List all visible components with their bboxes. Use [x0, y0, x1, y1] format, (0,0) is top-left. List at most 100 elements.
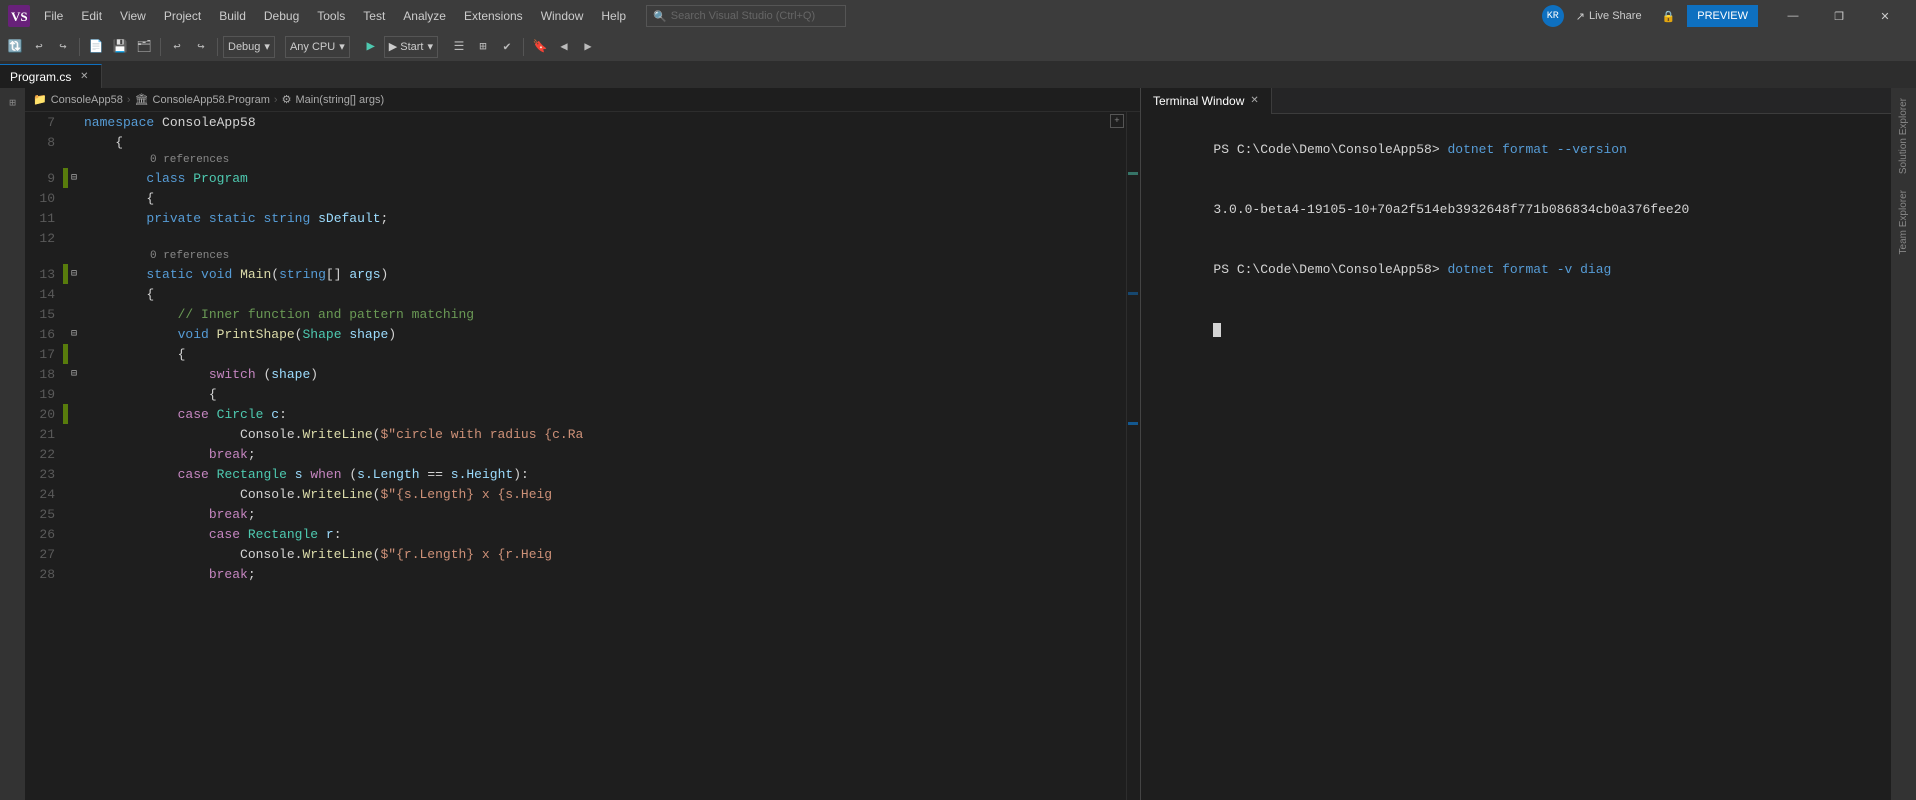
- search-placeholder: Search Visual Studio (Ctrl+Q): [671, 10, 815, 22]
- tab-row: Program.cs ✕: [0, 62, 1916, 88]
- terminal-tab-bar: Terminal Window ✕: [1141, 88, 1891, 114]
- start-dropdown[interactable]: ▶ Start ▾: [384, 36, 438, 58]
- toolbar-add[interactable]: 📄: [85, 36, 107, 58]
- minimize-button[interactable]: —: [1770, 0, 1816, 32]
- toolbar-save-all[interactable]: 🗂: [133, 36, 155, 58]
- term-cmd-1: dotnet format --version: [1440, 142, 1627, 157]
- code-line-20: 20 case Circle c:: [25, 404, 1140, 424]
- code-line-12: 12: [25, 228, 1140, 248]
- code-editor: + 7 namespace ConsoleApp58 8 {: [25, 112, 1140, 800]
- term-prompt-1: PS C:\Code\Demo\ConsoleApp58>: [1213, 142, 1439, 157]
- sep1: [79, 38, 80, 56]
- breadcrumb-bar: 📁 ConsoleApp58 › 🏛 ConsoleApp58.Program …: [25, 88, 1140, 112]
- code-line-27: 27 Console.WriteLine($"{r.Length} x {r.H…: [25, 544, 1140, 564]
- svg-text:VS: VS: [11, 9, 28, 24]
- tab-filename: Program.cs: [10, 70, 71, 84]
- code-line-28: 28 break;: [25, 564, 1140, 584]
- right-bar: Solution Explorer Team Explorer: [1891, 88, 1916, 800]
- toolbar-more1[interactable]: ☰: [448, 36, 470, 58]
- breadcrumb-project[interactable]: ConsoleApp58: [51, 94, 123, 106]
- scroll-indicator[interactable]: [1126, 112, 1140, 800]
- breadcrumb-icon: 📁: [33, 93, 47, 106]
- breadcrumb-icon3: ⚙: [282, 93, 292, 106]
- toolbar-save2[interactable]: 💾: [109, 36, 131, 58]
- expand-icon[interactable]: +: [1110, 114, 1124, 128]
- preview-button[interactable]: PREVIEW: [1687, 5, 1758, 27]
- code-hint-13: 0 references: [25, 248, 1140, 264]
- menu-analyze[interactable]: Analyze: [395, 5, 454, 27]
- toolbar-redo[interactable]: ↪: [190, 36, 212, 58]
- main-area: ⊞ 📁 ConsoleApp58 › 🏛 ConsoleApp58.Progra…: [0, 88, 1916, 800]
- activity-expand-icon[interactable]: ⊞: [2, 92, 24, 114]
- solution-explorer-tab[interactable]: Solution Explorer: [1896, 92, 1911, 180]
- sep2: [160, 38, 161, 56]
- live-share-button[interactable]: ↗ Live Share: [1568, 5, 1650, 27]
- menu-extensions[interactable]: Extensions: [456, 5, 531, 27]
- tab-close-button[interactable]: ✕: [77, 70, 91, 84]
- editor-tab-program-cs[interactable]: Program.cs ✕: [0, 64, 102, 88]
- menu-view[interactable]: View: [112, 5, 154, 27]
- code-line-21: 21 Console.WriteLine($"circle with radiu…: [25, 424, 1140, 444]
- toolbar-bookmark[interactable]: 🔖: [529, 36, 551, 58]
- menu-file[interactable]: File: [36, 5, 71, 27]
- code-line-9: 9 ⊟ class Program: [25, 168, 1140, 188]
- term-prompt-2: PS C:\Code\Demo\ConsoleApp58>: [1213, 262, 1439, 277]
- title-bar: VS File Edit View Project Build Debug To…: [0, 0, 1916, 32]
- toolbar-nav2[interactable]: ▶: [577, 36, 599, 58]
- terminal-tab[interactable]: Terminal Window ✕: [1141, 88, 1272, 114]
- vs-logo-icon: VS: [8, 5, 30, 27]
- close-button[interactable]: ✕: [1862, 0, 1908, 32]
- code-line-23: 23 case Rectangle s when (s.Length == s.…: [25, 464, 1140, 484]
- terminal-close-icon[interactable]: ✕: [1250, 95, 1258, 106]
- activity-bar: ⊞: [0, 88, 25, 800]
- live-share-label: Live Share: [1589, 10, 1642, 22]
- menu-project[interactable]: Project: [156, 5, 209, 27]
- code-line-16: 16 ⊟ void PrintShape(Shape shape): [25, 324, 1140, 344]
- start-arrow-icon: ▶: [360, 36, 382, 58]
- code-line-11: 11 private static string sDefault;: [25, 208, 1140, 228]
- maximize-button[interactable]: ❐: [1816, 0, 1862, 32]
- terminal-line-1: PS C:\Code\Demo\ConsoleApp58> dotnet for…: [1151, 120, 1881, 180]
- toolbar-nav1[interactable]: ◀: [553, 36, 575, 58]
- menu-help[interactable]: Help: [593, 5, 634, 27]
- terminal-content[interactable]: PS C:\Code\Demo\ConsoleApp58> dotnet for…: [1141, 114, 1891, 800]
- code-line-14: 14 {: [25, 284, 1140, 304]
- window-controls: — ❐ ✕: [1770, 0, 1908, 32]
- toolbar-more3[interactable]: ✔: [496, 36, 518, 58]
- editor-panel: 📁 ConsoleApp58 › 🏛 ConsoleApp58.Program …: [25, 88, 1141, 800]
- toolbar: 🔃 ↩ ↪ 📄 💾 🗂 ↩ ↪ Debug ▾ Any CPU ▾ ▶ ▶ St…: [0, 32, 1916, 62]
- code-line-10: 10 {: [25, 188, 1140, 208]
- menu-edit[interactable]: Edit: [73, 5, 110, 27]
- toolbar-undo[interactable]: ↩: [166, 36, 188, 58]
- extensions-button[interactable]: 🔒: [1654, 5, 1684, 27]
- debug-config-dropdown[interactable]: Debug ▾: [223, 36, 275, 58]
- term-output-1: 3.0.0-beta4-19105-10+70a2f514eb3932648f7…: [1213, 202, 1689, 217]
- breadcrumb-method[interactable]: Main(string[] args): [295, 94, 384, 106]
- code-line-18: 18 ⊟ switch (shape): [25, 364, 1140, 384]
- code-line-24: 24 Console.WriteLine($"{s.Length} x {s.H…: [25, 484, 1140, 504]
- toolbar-new-project[interactable]: 🔃: [4, 36, 26, 58]
- platform-dropdown[interactable]: Any CPU ▾: [285, 36, 350, 58]
- menu-test[interactable]: Test: [355, 5, 393, 27]
- term-cmd-2: dotnet format -v diag: [1440, 262, 1612, 277]
- terminal-cursor: [1213, 323, 1221, 337]
- extensions-icon: 🔒: [1662, 10, 1676, 23]
- menu-window[interactable]: Window: [533, 5, 592, 27]
- terminal-tab-label: Terminal Window: [1153, 94, 1244, 108]
- search-bar[interactable]: 🔍 Search Visual Studio (Ctrl+Q): [646, 5, 846, 27]
- menu-debug[interactable]: Debug: [256, 5, 307, 27]
- toolbar-save[interactable]: ↪: [52, 36, 74, 58]
- breadcrumb-class[interactable]: ConsoleApp58.Program: [153, 94, 270, 106]
- menu-tools[interactable]: Tools: [309, 5, 353, 27]
- code-line-25: 25 break;: [25, 504, 1140, 524]
- user-avatar[interactable]: KR: [1542, 5, 1564, 27]
- menu-build[interactable]: Build: [211, 5, 254, 27]
- team-explorer-tab[interactable]: Team Explorer: [1896, 184, 1911, 260]
- toolbar-open[interactable]: ↩: [28, 36, 50, 58]
- code-hint-9: 0 references: [25, 152, 1140, 168]
- terminal-line-3: PS C:\Code\Demo\ConsoleApp58> dotnet for…: [1151, 240, 1881, 300]
- terminal-line-2: 3.0.0-beta4-19105-10+70a2f514eb3932648f7…: [1151, 180, 1881, 240]
- sep4: [523, 38, 524, 56]
- scroll-marker-2: [1128, 292, 1138, 295]
- toolbar-more2[interactable]: ⊞: [472, 36, 494, 58]
